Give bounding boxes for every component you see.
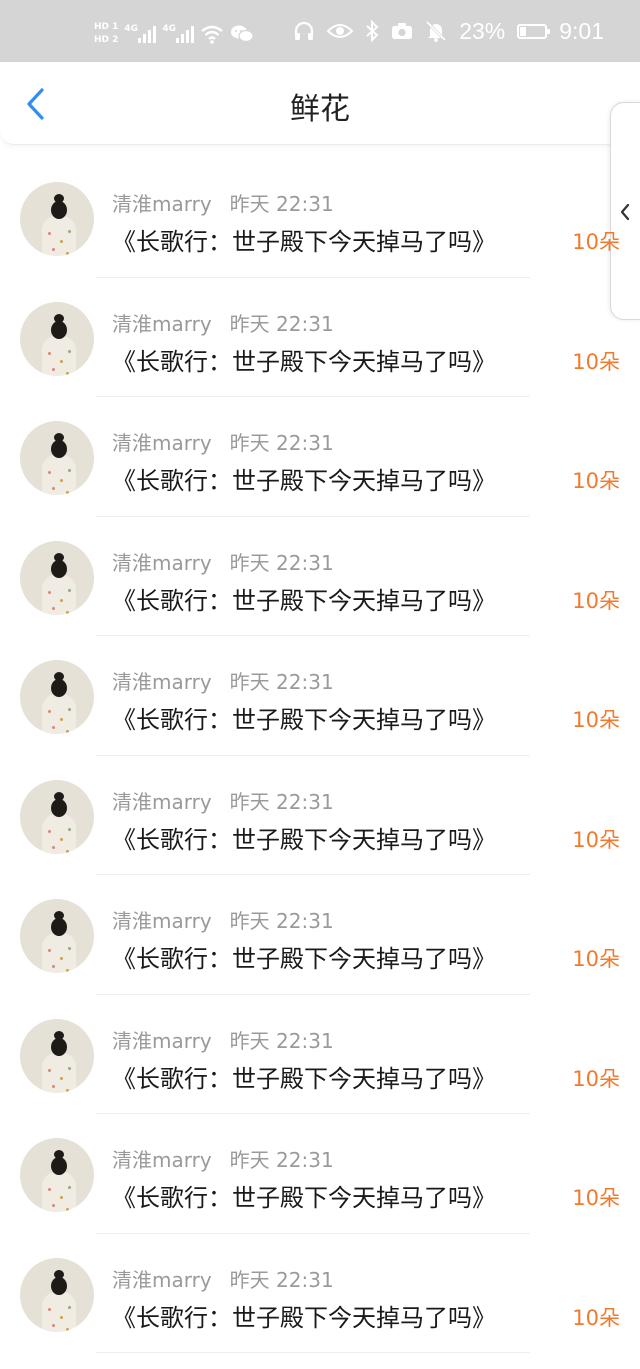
divider — [96, 1352, 530, 1353]
timestamp: 昨天 22:31 — [229, 789, 334, 814]
book-title[interactable]: 《长歌行：世子殿下今天掉马了吗》 — [112, 1298, 496, 1333]
flower-count: 10朵 — [572, 947, 620, 971]
list-item[interactable]: 清淮marry 昨天 22:31 《长歌行：世子殿下今天掉马了吗》 10朵 — [0, 517, 640, 636]
eye-icon — [327, 24, 354, 38]
flower-count: 10朵 — [572, 469, 620, 493]
status-bar: HD 1 HD 2 4G 4G 23% 9:01 — [0, 0, 640, 62]
avatar[interactable] — [20, 540, 94, 615]
item-meta: 清淮marry 昨天 22:31 — [112, 666, 334, 695]
book-title[interactable]: 《长歌行：世子殿下今天掉马了吗》 — [112, 820, 496, 855]
status-left: HD 1 HD 2 4G 4G — [94, 16, 255, 52]
timestamp: 昨天 22:31 — [229, 1028, 334, 1053]
flower-count: 10朵 — [572, 1066, 620, 1091]
avatar[interactable] — [20, 182, 94, 256]
book-title[interactable]: 《长歌行：世子殿下今天掉马了吗》 — [112, 1059, 496, 1094]
avatar[interactable] — [20, 1018, 94, 1093]
page-title: 鲜花 — [290, 92, 350, 127]
net1-label: 4G — [124, 23, 139, 34]
headphones-icon — [295, 21, 314, 40]
flower-count: 10朵 — [572, 1305, 620, 1330]
timestamp: 昨天 22:31 — [229, 550, 334, 575]
username[interactable]: 清淮marry — [112, 551, 212, 575]
status-right: 23% 9:01 — [293, 14, 604, 48]
avatar[interactable] — [20, 301, 94, 376]
net2-label: 4G — [162, 23, 177, 34]
username[interactable]: 清淮marry — [112, 312, 212, 336]
battery-fill — [520, 26, 527, 36]
flower-gift-list: 清淮marry 昨天 22:31 《长歌行：世子殿下今天掉马了吗》 10朵 清淮marr… — [0, 158, 640, 1353]
item-meta: 清淮marry 昨天 22:31 — [112, 786, 334, 815]
item-meta: 清淮marry 昨天 22:31 — [112, 308, 334, 337]
username[interactable]: 清淮marry — [112, 1148, 212, 1172]
book-title[interactable]: 《长歌行：世子殿下今天掉马了吗》 — [112, 939, 496, 974]
item-meta: 清淮marry 昨天 22:31 — [112, 427, 334, 456]
username[interactable]: 清淮marry — [112, 431, 212, 455]
list-item[interactable]: 清淮marry 昨天 22:31 《长歌行：世子殿下今天掉马了吗》 10朵 — [0, 995, 640, 1114]
item-meta: 清淮marry 昨天 22:31 — [112, 188, 334, 217]
sim2-label: HD 2 — [94, 35, 119, 45]
book-title[interactable]: 《长歌行：世子殿下今天掉马了吗》 — [112, 222, 496, 257]
username[interactable]: 清淮marry — [112, 1268, 212, 1292]
wifi-icon — [201, 25, 224, 44]
item-meta: 清淮marry 昨天 22:31 — [112, 1144, 334, 1173]
list-item[interactable]: 清淮marry 昨天 22:31 《长歌行：世子殿下今天掉马了吗》 10朵 — [0, 397, 640, 517]
mute-bell-icon — [426, 20, 447, 42]
avatar[interactable] — [20, 660, 94, 734]
timestamp: 昨天 22:31 — [229, 670, 334, 694]
list-item[interactable]: 清淮marry 昨天 22:31 《长歌行：世子殿下今天掉马了吗》 10朵 — [0, 278, 640, 397]
item-meta: 清淮marry 昨天 22:31 — [112, 1264, 334, 1293]
timestamp: 昨天 22:31 — [229, 431, 334, 455]
book-title[interactable]: 《长歌行：世子殿下今天掉马了吗》 — [112, 581, 496, 616]
nav-header: 鲜花 — [0, 62, 640, 145]
sim-labels: HD 1 HD 2 — [94, 22, 118, 46]
list-item[interactable]: 清淮marry 昨天 22:31 《长歌行：世子殿下今天掉马了吗》 10朵 — [0, 875, 640, 995]
avatar[interactable] — [20, 421, 94, 495]
avatar[interactable] — [20, 1138, 94, 1212]
avatar[interactable] — [20, 899, 94, 973]
book-title[interactable]: 《长歌行：世子殿下今天掉马了吗》 — [112, 342, 496, 377]
username[interactable]: 清淮marry — [112, 1029, 212, 1053]
sim1-label: HD 1 — [94, 22, 119, 32]
avatar[interactable] — [20, 1257, 94, 1332]
book-title[interactable]: 《长歌行：世子殿下今天掉马了吗》 — [112, 461, 496, 496]
item-meta: 清淮marry 昨天 22:31 — [112, 547, 334, 576]
timestamp: 昨天 22:31 — [229, 909, 334, 933]
battery-icon — [517, 23, 551, 39]
book-title[interactable]: 《长歌行：世子殿下今天掉马了吗》 — [112, 1178, 496, 1213]
list-item[interactable]: 清淮marry 昨天 22:31 《长歌行：世子殿下今天掉马了吗》 10朵 — [0, 158, 640, 278]
username[interactable]: 清淮marry — [112, 909, 212, 933]
timestamp: 昨天 22:31 — [229, 192, 334, 216]
flower-count: 10朵 — [572, 827, 620, 852]
timestamp: 昨天 22:31 — [229, 311, 334, 336]
username[interactable]: 清淮marry — [112, 192, 212, 216]
flower-count: 10朵 — [572, 1186, 620, 1210]
username[interactable]: 清淮marry — [112, 670, 212, 694]
flower-count: 10朵 — [572, 588, 620, 613]
signal-icon: 4G — [124, 23, 157, 43]
timestamp: 昨天 22:31 — [229, 1148, 334, 1172]
flower-count: 10朵 — [572, 349, 620, 374]
book-title[interactable]: 《长歌行：世子殿下今天掉马了吗》 — [112, 700, 496, 735]
signal-icon-2: 4G — [162, 23, 195, 43]
list-item[interactable]: 清淮marry 昨天 22:31 《长歌行：世子殿下今天掉马了吗》 10朵 — [0, 1234, 640, 1353]
flower-count: 10朵 — [572, 708, 620, 732]
timestamp: 昨天 22:31 — [229, 1267, 334, 1292]
battery-percent: 23% — [459, 17, 506, 44]
item-meta: 清淮marry 昨天 22:31 — [112, 905, 334, 934]
avatar[interactable] — [20, 779, 94, 854]
username[interactable]: 清淮marry — [112, 790, 212, 814]
list-item[interactable]: 清淮marry 昨天 22:31 《长歌行：世子殿下今天掉马了吗》 10朵 — [0, 1114, 640, 1234]
list-item[interactable]: 清淮marry 昨天 22:31 《长歌行：世子殿下今天掉马了吗》 10朵 — [0, 636, 640, 756]
wechat-icon — [231, 25, 255, 43]
bluetooth-icon — [366, 20, 379, 42]
flower-count: 10朵 — [572, 230, 620, 254]
camera-icon — [392, 23, 413, 39]
clock: 9:01 — [559, 17, 604, 44]
item-meta: 清淮marry 昨天 22:31 — [112, 1025, 334, 1054]
list-item[interactable]: 清淮marry 昨天 22:31 《长歌行：世子殿下今天掉马了吗》 10朵 — [0, 756, 640, 875]
